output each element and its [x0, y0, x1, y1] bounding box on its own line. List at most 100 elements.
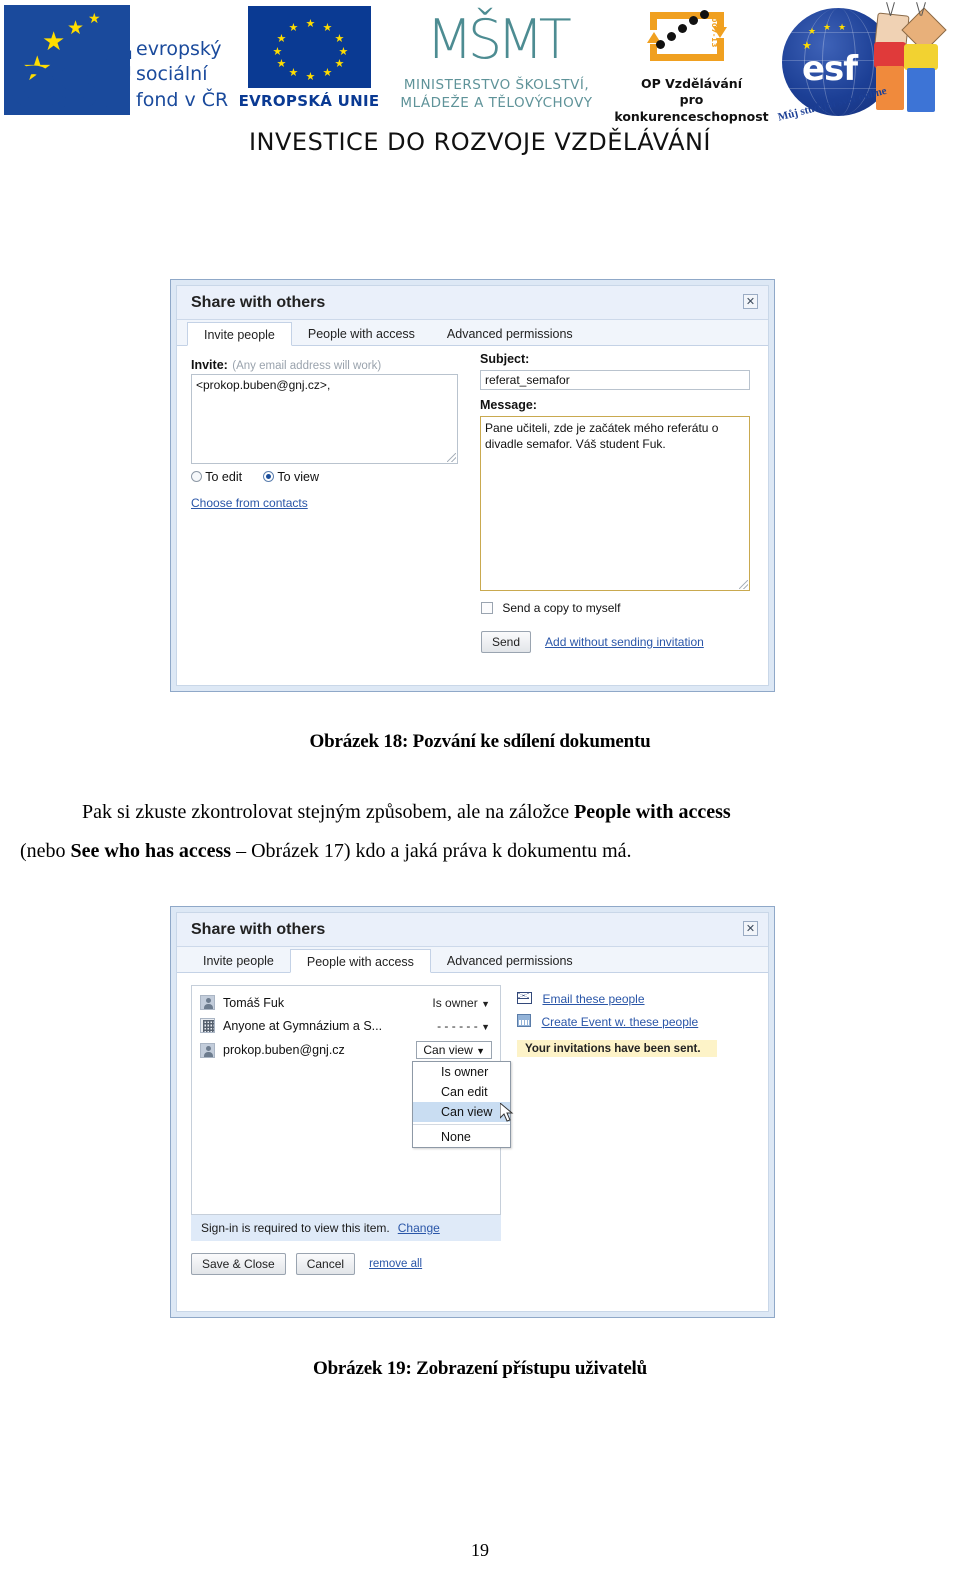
dialog-body-18: Invite: (Any email address will work) <p… [177, 346, 768, 685]
paragraph-line-2: (nebo See who has access – Obrázek 17) k… [20, 832, 940, 871]
email-these-people-link[interactable]: Email these people [542, 992, 644, 1006]
action-create-event[interactable]: Create Event w. these people [517, 1013, 698, 1031]
chevron-down-icon[interactable]: ▼ [476, 1046, 485, 1056]
radio-to-edit[interactable]: To edit [191, 470, 246, 484]
send-button[interactable]: Send [481, 631, 532, 653]
chevron-down-icon[interactable]: ▼ [481, 999, 490, 1009]
person-icon [200, 995, 215, 1010]
esf-wordmark: esf [8, 39, 130, 125]
radio-to-edit-control[interactable] [191, 471, 202, 482]
person-name: Tomáš Fuk [223, 995, 285, 1010]
op-vk-period: 2007-13 [709, 12, 718, 48]
esf-cr-logo: ★ ★ ★ ★ esf evropský sociální fond v ČR [0, 0, 234, 120]
body-paragraph: Pak si zkuste zkontrolovat stejným způso… [20, 793, 940, 871]
role-label: Can view [423, 1043, 473, 1057]
role-dropdown-button[interactable]: Can view ▼ [416, 1041, 492, 1059]
menu-item-can-edit[interactable]: Can edit [413, 1082, 510, 1102]
page-number: 19 [471, 1540, 489, 1560]
save-and-close-button[interactable]: Save & Close [191, 1253, 286, 1275]
paragraph-text-b: (nebo [20, 840, 71, 862]
role-value[interactable]: - - - - - - ▼ [437, 1019, 500, 1033]
tab-people-with-access[interactable]: People with access [289, 949, 431, 973]
choose-from-contacts-link[interactable]: Choose from contacts [191, 496, 308, 510]
message-textarea-value: Pane učiteli, zde je začátek mého referá… [485, 421, 719, 452]
dialog-title-bar-19: Share with others ✕ [177, 913, 768, 947]
dialog-footer-19: Save & Close Cancel remove all [191, 1253, 422, 1275]
figure-18-caption: Obrázek 18: Pozvání ke sdílení dokumentu [309, 731, 651, 752]
change-link[interactable]: Change [398, 1221, 440, 1235]
esf-line-2: sociální [136, 63, 208, 86]
op-vk-logo: 2007-13 OP Vzdělávání pro konkurencescho… [609, 0, 774, 124]
remove-all-link[interactable]: remove all [369, 1258, 422, 1270]
op-vk-caption: OP Vzdělávání pro konkurenceschopnost [609, 76, 774, 125]
figure-18-screenshot: Share with others ✕ Invite people People… [170, 279, 775, 692]
invite-textarea-value: <prokop.buben@gnj.cz>, [196, 378, 331, 392]
dialog-panel-19: Share with others ✕ Invite people People… [176, 912, 769, 1312]
header-logo-bar: ★ ★ ★ ★ esf evropský sociální fond v ČR … [0, 0, 960, 125]
table-row[interactable]: Anyone at Gymnázium a S... - - - - - - ▼ [192, 1014, 500, 1037]
invite-label: Invite: [191, 358, 228, 372]
dialog-panel-18: Share with others ✕ Invite people People… [176, 285, 769, 686]
op-vk-line-2: pro konkurenceschopnost [614, 92, 769, 124]
figure-19-caption: Obrázek 19: Zobrazení přístupu uživatelů [312, 1358, 647, 1379]
radio-to-view-label: To view [277, 470, 319, 484]
envelope-icon [517, 992, 532, 1004]
paragraph-bold-see-who-has-access: See who has access [70, 840, 232, 862]
action-email-these-people[interactable]: Email these people [517, 990, 645, 1008]
create-event-link[interactable]: Create Event w. these people [541, 1015, 698, 1029]
add-without-sending-link[interactable]: Add without sending invitation [545, 635, 704, 649]
close-icon[interactable]: ✕ [743, 294, 758, 309]
status-badge: Your invitations have been sent. [517, 1040, 717, 1057]
radio-to-view[interactable]: To view [263, 470, 319, 484]
role-value[interactable]: Is owner ▼ [432, 996, 500, 1010]
subject-input-value: referat_semafor [485, 373, 570, 387]
tab-advanced-permissions[interactable]: Advanced permissions [431, 322, 589, 346]
tab-advanced-permissions[interactable]: Advanced permissions [431, 949, 589, 973]
op-vk-graphic: 2007-13 [636, 4, 748, 76]
signin-required-text: Sign-in is required to view this item. [201, 1221, 390, 1235]
resize-grip-icon[interactable] [739, 580, 748, 589]
investice-banner: INVESTICE DO ROZVOJE VZDĚLÁVÁNÍ [248, 128, 712, 156]
invite-textarea[interactable]: <prokop.buben@gnj.cz>, [191, 374, 458, 464]
role-dropdown-menu[interactable]: Is owner Can edit Can view None [412, 1061, 511, 1148]
tab-invite-people[interactable]: Invite people [187, 322, 292, 346]
radio-to-edit-label: To edit [205, 470, 243, 484]
radio-to-view-control[interactable] [263, 471, 275, 482]
dialog-title-19: Share with others [191, 920, 326, 938]
eu-flag-graphic: ★ ★ ★ ★ ★ ★ ★ ★ ★ ★ ★ ★ [247, 6, 371, 88]
menu-item-can-view[interactable]: Can view [413, 1102, 510, 1122]
subject-input[interactable]: referat_semafor [480, 370, 750, 390]
table-row[interactable]: prokop.buben@gnj.cz Can view ▼ [192, 1037, 500, 1063]
eu-flag-logo: ★ ★ ★ ★ ★ ★ ★ ★ ★ ★ ★ ★ EVROPSKÁ UNIE [234, 0, 384, 126]
calendar-icon [517, 1014, 531, 1027]
table-row[interactable]: Tomáš Fuk Is owner ▼ [192, 991, 500, 1014]
send-copy-checkbox[interactable] [481, 602, 493, 614]
chevron-down-icon[interactable]: ▼ [481, 1022, 490, 1032]
tab-invite-people[interactable]: Invite people [187, 949, 290, 973]
role-label: - - - - - - [437, 1018, 478, 1033]
message-textarea[interactable]: Pane učiteli, zde je začátek mého referá… [480, 416, 750, 591]
send-actions-row: Send Add without sending invitation [481, 631, 704, 653]
esf-line-1: evropský [136, 38, 222, 61]
cancel-button[interactable]: Cancel [295, 1253, 356, 1275]
mouse-cursor-icon [500, 1103, 514, 1122]
esf-line-3: fond v ČR [136, 88, 229, 111]
subject-label: Subject: [480, 352, 530, 366]
resize-grip-icon[interactable] [447, 453, 456, 462]
role-label: Is owner [432, 995, 478, 1010]
paragraph-line-1: Pak si zkuste zkontrolovat stejným způso… [20, 793, 940, 832]
toast-text: Your invitations have been sent. [525, 1043, 701, 1055]
send-copy-row[interactable]: Send a copy to myself [481, 601, 620, 615]
menu-item-is-owner[interactable]: Is owner [413, 1062, 510, 1082]
menu-item-none[interactable]: None [413, 1127, 510, 1147]
op-vk-line-1: OP Vzdělávání [640, 76, 742, 91]
close-icon[interactable]: ✕ [743, 921, 758, 936]
paragraph-bold-people-with-access: People with access [574, 801, 731, 823]
dialog-title-18: Share with others [191, 293, 326, 311]
permission-radio-group: To edit To view [191, 470, 319, 484]
esf-cr-caption: evropský sociální fond v ČR [136, 7, 228, 112]
tab-people-with-access[interactable]: People with access [292, 322, 431, 346]
invite-label-row: Invite: (Any email address will work) [191, 356, 381, 374]
invite-hint: (Any email address will work) [232, 360, 382, 372]
person-name: Anyone at Gymnázium a S... [223, 1018, 383, 1033]
